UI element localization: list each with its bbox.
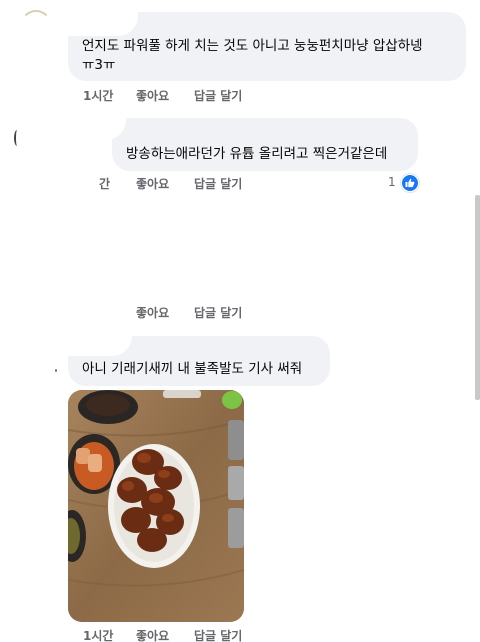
like-button[interactable]: 좋아요	[136, 87, 169, 104]
like-button[interactable]: 좋아요	[136, 627, 169, 642]
bubble-mask	[60, 4, 138, 36]
comment-text: 방송하는애라던가 유튭 올리려고 찍은거같은데	[126, 146, 388, 162]
bubble-mask	[60, 328, 132, 356]
reply-button[interactable]: 답글 달기	[194, 627, 242, 642]
like-button[interactable]: 좋아요	[136, 304, 169, 321]
avatar[interactable]	[14, 130, 20, 146]
comment-bubble: 방송하는애라던가 유튭 올리려고 찍은거같은데	[112, 118, 418, 171]
like-button[interactable]: 좋아요	[136, 175, 169, 192]
comment-time[interactable]: 간	[99, 175, 110, 192]
reply-button[interactable]: 답글 달기	[194, 175, 242, 192]
comment-text: 아니 기래기새끼 내 불족발도 기사 써줘	[82, 361, 303, 377]
comment-time[interactable]: 1시간	[83, 627, 113, 642]
food-photo-image	[68, 390, 244, 622]
reply-button[interactable]: 답글 달기	[194, 304, 242, 321]
comment-text-line-1: 언지도 파워풀 하게 치는 것도 아니고 눙눙펀치마냥 압삽하넹	[82, 38, 423, 54]
comment-text-line-2: ㅠ3ㅠ	[82, 57, 116, 73]
scrollbar[interactable]	[475, 195, 480, 400]
food-photo[interactable]	[68, 390, 244, 622]
reaction-count: 1	[388, 175, 396, 189]
comment-time[interactable]: 1시간	[83, 87, 113, 104]
reply-button[interactable]: 답글 달기	[194, 87, 242, 104]
like-reaction-icon	[401, 174, 419, 192]
avatar[interactable]	[20, 10, 52, 42]
avatar[interactable]	[55, 369, 57, 372]
